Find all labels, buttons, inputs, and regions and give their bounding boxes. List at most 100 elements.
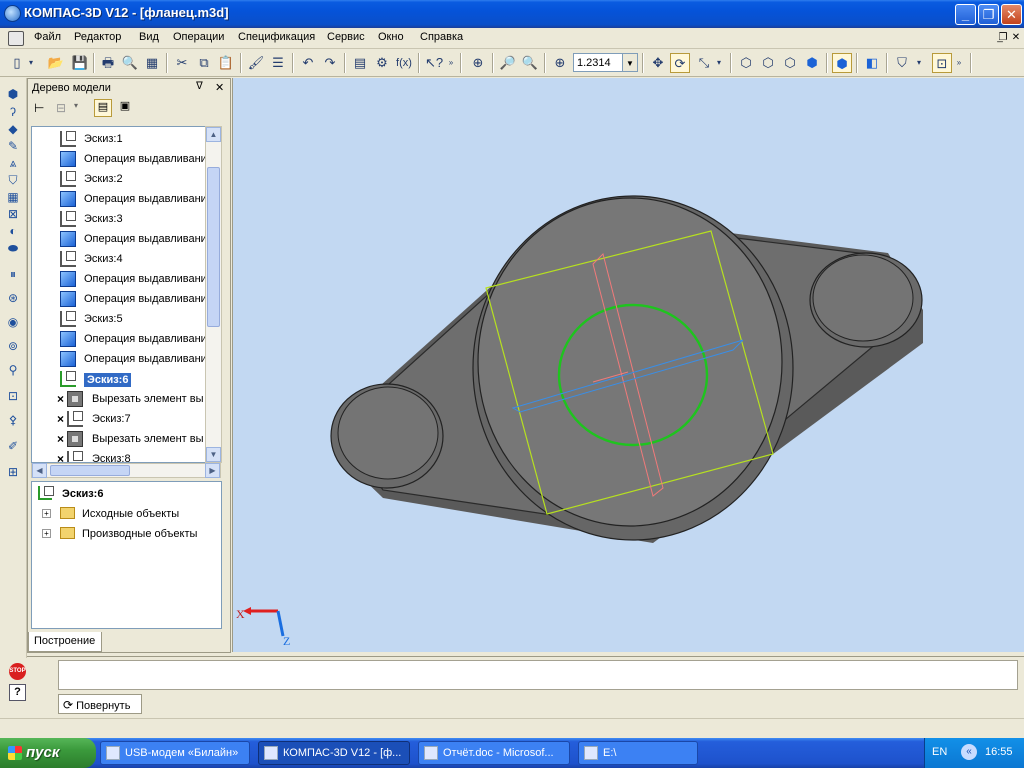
tree-item[interactable]: Эскиз:3 (32, 209, 210, 229)
taskbar-button-2[interactable]: КОМПАС-3D V12 - [ф... (258, 741, 410, 765)
tree-item[interactable]: Операция выдавливани (32, 289, 210, 309)
scroll-right-icon[interactable]: ▶ (205, 463, 220, 478)
copy-icon[interactable]: ⧉ (194, 53, 214, 73)
maximize-button[interactable]: ❐ (978, 4, 999, 25)
redo-icon[interactable]: ↷ (320, 53, 340, 73)
tree-item[interactable]: Эскиз:2 (32, 169, 210, 189)
toolbar-overflow-right-icon[interactable]: » (954, 53, 964, 73)
menu-1[interactable]: Файл (34, 31, 61, 43)
compact-tool-3-icon[interactable]: ◆ (4, 121, 22, 137)
tree-close-icon[interactable]: ✕ (215, 81, 224, 94)
filter-icon[interactable]: ⛉ (892, 53, 912, 73)
tree-sort-dropdown-icon[interactable]: ▾ (74, 101, 78, 110)
scroll-left-icon[interactable]: ◀ (32, 463, 47, 478)
tree-vertical-scrollbar[interactable]: ▲ ▼ (205, 126, 222, 463)
wireframe-icon[interactable]: ⬡ (736, 53, 756, 73)
menu-4[interactable]: Операции (173, 31, 224, 43)
compact-tool-12-icon[interactable]: ⊛ (4, 290, 22, 306)
compact-tool-7-icon[interactable]: ▦ (4, 189, 22, 205)
zoom-window-icon[interactable]: ⊕ (468, 53, 488, 73)
compact-tool-19-icon[interactable]: ⊞ (4, 464, 22, 480)
zoom-out-icon[interactable]: 🔍 (520, 53, 540, 73)
mdi-close-button[interactable]: ✕ (1010, 32, 1022, 44)
tree-view-icon[interactable]: ▤ (94, 99, 112, 117)
new-document-icon[interactable]: ▯ (7, 53, 27, 73)
tree-item[interactable]: Операция выдавливани (32, 229, 210, 249)
expand-plus-icon[interactable]: + (42, 529, 51, 538)
pan-icon[interactable]: ✥ (648, 53, 668, 73)
compact-tool-16-icon[interactable]: ⊡ (4, 388, 22, 404)
compact-tool-17-icon[interactable]: ⚴ (4, 412, 22, 428)
tree-relations-icon[interactable]: ▣ (116, 99, 134, 117)
title-bar[interactable]: КОМПАС-3D V12 - [фланец.m3d] _ ❐ ✕ (0, 0, 1024, 28)
scroll-up-icon[interactable]: ▲ (206, 127, 221, 142)
tree-item[interactable]: Операция выдавливани (32, 149, 210, 169)
cut-icon[interactable]: ✂ (172, 53, 192, 73)
language-indicator[interactable]: EN (932, 746, 947, 758)
print-preview-icon[interactable]: 🔍 (120, 53, 140, 73)
scroll-down-icon[interactable]: ▼ (206, 447, 221, 462)
compact-tool-8-icon[interactable]: ⊠ (4, 206, 22, 222)
command-input-area[interactable] (58, 660, 1018, 690)
filter-dropdown-icon[interactable]: ▾ (914, 53, 924, 73)
compact-tool-15-icon[interactable]: ⚲ (4, 362, 22, 378)
thin-hidden-lines-icon[interactable]: ⬡ (780, 53, 800, 73)
minimize-button[interactable]: _ (955, 4, 976, 25)
hscroll-thumb[interactable] (50, 465, 130, 476)
model-viewport[interactable]: X Z (232, 78, 1024, 652)
halftone-icon[interactable]: ⬢ (802, 53, 822, 73)
compact-tool-10-icon[interactable]: ⬬ (4, 240, 22, 256)
save-icon[interactable]: 💾 (70, 53, 90, 73)
tree-structure-icon[interactable]: ⊢ (34, 101, 50, 117)
format-brush-icon[interactable]: 🖌 (246, 53, 266, 73)
compact-tool-1-icon[interactable]: ⬢ (4, 86, 22, 102)
halftone-outline-icon[interactable]: ⬢ (832, 53, 852, 73)
zoom-in-icon[interactable]: 🔎 (498, 53, 518, 73)
tree-sort-icon[interactable]: ⊟ (56, 101, 72, 117)
print-icon[interactable]: 🖶 (98, 53, 118, 73)
compact-tool-2-icon[interactable]: ʔ (4, 104, 22, 120)
paste-icon[interactable]: 📋 (216, 53, 236, 73)
tree-item[interactable]: Операция выдавливани (32, 349, 210, 369)
zoom-scale-icon[interactable]: ⊕ (550, 53, 570, 73)
tree-item[interactable]: Операция выдавливани (32, 189, 210, 209)
mdi-restore-button[interactable]: ❐ (997, 32, 1009, 44)
menu-5[interactable]: Спецификация (238, 31, 315, 43)
document-menu-icon[interactable] (8, 31, 24, 46)
tree-item[interactable]: Операция выдавливани (32, 269, 210, 289)
library-icon[interactable]: ⚙ (372, 53, 392, 73)
new-dropdown-icon[interactable]: ▾ (25, 53, 37, 73)
open-icon[interactable]: 📂 (46, 53, 66, 73)
compact-tool-6-icon[interactable]: ⛉ (4, 172, 22, 188)
tree-item[interactable]: × Эскиз:7 (32, 409, 210, 429)
orientation-dropdown-icon[interactable]: ▾ (714, 53, 724, 73)
snap-icon[interactable]: ⊡ (932, 53, 952, 73)
tree-item[interactable]: Эскиз:1 (32, 129, 210, 149)
zoom-scale-input[interactable] (573, 53, 623, 72)
compact-tool-9-icon[interactable]: ◐ (4, 223, 22, 239)
zoom-scale-dropdown-icon[interactable]: ▼ (623, 53, 638, 72)
properties-icon[interactable]: ▦ (142, 53, 162, 73)
perspective-icon[interactable]: ◧ (862, 53, 882, 73)
compact-tool-14-icon[interactable]: ⊚ (4, 338, 22, 354)
menu-6[interactable]: Сервис (327, 31, 365, 43)
help-icon[interactable]: ? (9, 684, 26, 701)
kompas-app-icon[interactable] (4, 5, 21, 22)
list-icon[interactable]: ☰ (268, 53, 288, 73)
menu-7[interactable]: Окно (378, 31, 404, 43)
hidden-lines-icon[interactable]: ⬡ (758, 53, 778, 73)
compact-tool-18-icon[interactable]: ✐ (4, 438, 22, 454)
pin-icon[interactable]: ᐁ (196, 81, 203, 92)
flange-3d-model[interactable]: X Z (233, 78, 1024, 652)
compact-tool-4-icon[interactable]: ✎ (4, 138, 22, 154)
rotate-icon[interactable]: ⟳ (670, 53, 690, 73)
tree-item[interactable]: Эскиз:6 (32, 369, 210, 389)
tree-item[interactable]: Эскиз:5 (32, 309, 210, 329)
tree-item[interactable]: × Эскиз:8 (32, 449, 210, 462)
orientation-icon[interactable]: ⤡ (694, 53, 714, 73)
tree-item[interactable]: × Вырезать элемент вы (32, 389, 210, 409)
manager-icon[interactable]: ▤ (350, 53, 370, 73)
menu-2[interactable]: Редактор (74, 31, 121, 43)
tree-item[interactable]: × Вырезать элемент вы (32, 429, 210, 449)
tab-build[interactable]: Построение (28, 632, 102, 652)
